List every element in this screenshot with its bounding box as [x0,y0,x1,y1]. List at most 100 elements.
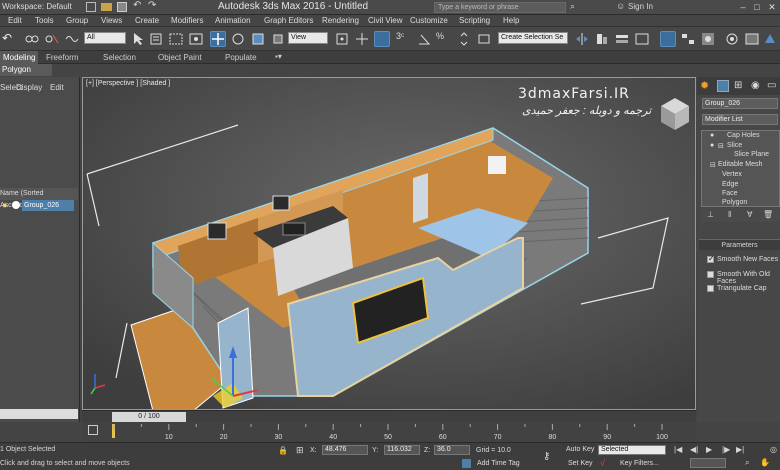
previous-frame-icon[interactable]: ◀| [690,445,698,454]
tab-selection[interactable]: Selection [103,53,136,62]
render-setup-icon[interactable] [724,31,740,47]
schematic-view-icon[interactable] [680,31,696,47]
select-scale-icon[interactable] [250,31,266,47]
undo-icon[interactable]: ↶ [2,31,18,47]
percent-snap-icon[interactable]: % [436,31,452,47]
expand-icon[interactable]: ⊟ [718,142,724,150]
search-input[interactable]: Type a keyword or phrase [434,2,566,13]
menu-civil-view[interactable]: Civil View [368,16,403,25]
set-key-button[interactable]: Set Key [568,460,593,467]
triangulate-cap-checkbox[interactable] [707,285,714,292]
expand-icon[interactable]: ⊟ [710,161,716,169]
zoom-icon[interactable]: ⌕ [745,458,749,468]
current-frame-field[interactable] [690,458,726,468]
edit-named-selection-icon[interactable] [476,31,492,47]
scene-tab-edit[interactable]: Edit [50,83,64,92]
track-bar-menu-icon[interactable] [88,425,98,435]
key-mode-dropdown[interactable]: Selected [598,445,666,455]
stack-item-polygon[interactable]: Polygon [722,199,747,206]
close-button[interactable]: ✕ [766,2,778,12]
key-filters-button[interactable]: Key Filters... [620,460,659,467]
tab-object-paint[interactable]: Object Paint [158,53,202,62]
selection-filter-dropdown[interactable]: All [84,32,126,44]
display-tab-icon[interactable]: ▭ [767,80,779,92]
scene-tab-display[interactable]: Display [16,83,42,92]
object-name-label[interactable]: Group_026 [22,200,74,211]
menu-graph-editors[interactable]: Graph Editors [264,16,313,25]
search-icon[interactable]: ⌕ [570,1,575,12]
parameters-rollout-header[interactable]: Parameters [699,239,780,250]
track-bar[interactable]: 10 20 30 40 50 60 70 80 90 100 [82,422,696,442]
redo-icon[interactable]: ↷ [148,0,156,11]
time-tag-icon[interactable] [462,459,471,468]
rectangular-selection-icon[interactable] [168,31,184,47]
select-by-name-icon[interactable] [148,31,164,47]
menu-group[interactable]: Group [66,16,88,25]
stack-item-slice-plane[interactable]: Slice Plane [734,151,769,158]
remove-modifier-icon[interactable]: 🗑 [763,210,773,219]
select-manipulate-icon[interactable] [354,31,370,47]
time-slider-knob[interactable]: 0 / 100 [112,412,186,422]
menu-animation[interactable]: Animation [215,16,251,25]
menu-scripting[interactable]: Scripting [459,16,490,25]
hierarchy-tab-icon[interactable]: ⊞ [734,80,746,92]
link-icon[interactable] [24,31,40,47]
layer-explorer-icon[interactable] [614,31,630,47]
ribbon-subtab-polygon-modeling[interactable]: Polygon Modeling [0,64,52,86]
viewport-label-menu[interactable]: [+] [Perspective ] [Shaded ] [86,80,170,87]
smooth-new-faces-checkbox[interactable]: ✓ [707,254,715,263]
stack-item-edge[interactable]: Edge [722,181,738,188]
stack-item-editable-mesh[interactable]: Editable Mesh [718,161,762,168]
user-icon[interactable]: ☺ [616,1,625,11]
tab-freeform[interactable]: Freeform [46,53,78,62]
save-file-icon[interactable] [117,2,127,12]
unlink-icon[interactable] [44,31,60,47]
create-tab-icon[interactable]: ✹ [700,80,712,92]
pin-stack-icon[interactable]: ⊥ [707,210,714,219]
stack-item-slice[interactable]: Slice [727,142,742,149]
modify-tab-icon[interactable] [717,80,729,92]
menu-edit[interactable]: Edit [8,16,22,25]
align-icon[interactable] [594,31,610,47]
y-coordinate-field[interactable]: 116.032 [384,445,420,455]
menu-rendering[interactable]: Rendering [322,16,359,25]
select-move-icon[interactable] [210,31,226,47]
material-editor-icon[interactable] [700,31,716,47]
z-coordinate-field[interactable]: 36.0 [434,445,470,455]
light-bulb-icon[interactable]: ● [2,200,10,210]
list-item[interactable]: ● Group_026 [0,200,78,211]
menu-create[interactable]: Create [135,16,159,25]
select-object-icon[interactable] [130,31,146,47]
bulb-icon[interactable]: ● [710,132,714,139]
column-header-name[interactable]: Name (Sorted Ascending) [0,188,78,209]
go-to-start-icon[interactable]: |◀ [674,445,682,454]
go-to-end-icon[interactable]: ▶| [736,445,744,454]
curve-editor-icon[interactable] [660,31,676,47]
angle-snap-icon[interactable] [416,31,432,47]
menu-views[interactable]: Views [101,16,122,25]
smooth-with-old-faces-checkbox[interactable] [707,271,714,278]
key-filters-curve-icon[interactable]: √ [600,458,605,468]
menu-help[interactable]: Help [503,16,519,25]
menu-customize[interactable]: Customize [410,16,448,25]
modifier-list-dropdown[interactable]: Modifier List [702,114,778,125]
render-production-icon[interactable] [762,31,778,47]
play-icon[interactable]: ▶ [706,445,712,454]
next-frame-icon[interactable]: |▶ [722,445,730,454]
key-icon[interactable]: ⚷ [543,451,550,462]
absolute-mode-icon[interactable]: ⊞ [296,445,304,456]
rendered-frame-window-icon[interactable] [744,31,760,47]
undo-icon[interactable]: ↶ [133,0,141,11]
add-time-tag-button[interactable]: Add Time Tag [477,460,520,467]
perspective-viewport[interactable] [82,77,696,410]
named-selection-dropdown[interactable]: Create Selection Se [498,32,568,44]
make-unique-icon[interactable]: ∀ [747,210,752,219]
object-name-field[interactable]: Group_026 [702,98,778,109]
toggle-ribbon-icon[interactable] [634,31,650,47]
show-end-result-icon[interactable]: ‖ [728,210,731,219]
lock-selection-icon[interactable]: 🔒 [278,446,288,455]
reference-coordinate-dropdown[interactable]: View [288,32,328,44]
new-file-icon[interactable] [86,2,96,12]
object-visibility-icon[interactable] [12,201,20,209]
pivot-center-icon[interactable] [334,31,350,47]
